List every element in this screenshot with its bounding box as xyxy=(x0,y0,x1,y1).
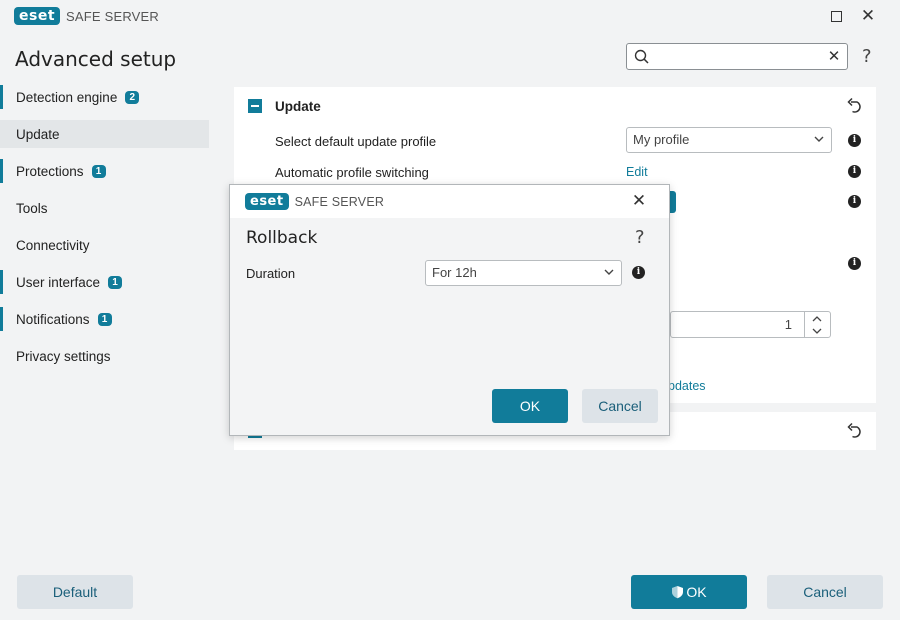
close-window-button[interactable]: ✕ xyxy=(858,6,878,26)
collapse-section-toggle[interactable] xyxy=(248,99,262,113)
info-icon[interactable]: i xyxy=(848,134,861,147)
search-box[interactable]: ✕ xyxy=(626,43,848,70)
section-title: Update xyxy=(275,99,321,114)
sidebar-item-label: Detection engine xyxy=(16,89,118,105)
clear-search-icon[interactable]: ✕ xyxy=(825,47,843,65)
sidebar-item-user-interface[interactable]: User interface 1 xyxy=(0,268,212,296)
page-title: Advanced setup xyxy=(15,47,177,71)
duration-label: Duration xyxy=(246,266,296,281)
search-icon xyxy=(634,49,649,64)
help-icon[interactable]: ? xyxy=(862,46,872,67)
revert-icon[interactable] xyxy=(846,97,864,115)
revert-icon[interactable] xyxy=(846,422,864,440)
info-icon[interactable]: i xyxy=(848,195,861,208)
chevron-down-icon xyxy=(814,136,824,142)
sidebar: Detection engine 2 Update Protections 1 … xyxy=(0,83,212,379)
chevron-up-icon[interactable] xyxy=(811,314,823,324)
update-profile-select[interactable]: My profile xyxy=(626,127,832,153)
sidebar-item-protections[interactable]: Protections 1 xyxy=(0,157,212,185)
dialog-ok-button[interactable]: OK xyxy=(492,389,568,423)
app-logo: eset SAFE SERVER xyxy=(245,193,384,210)
sidebar-item-update[interactable]: Update xyxy=(0,120,209,148)
count-badge: 1 xyxy=(97,312,112,326)
sidebar-item-connectivity[interactable]: Connectivity xyxy=(0,231,212,259)
dialog-title-bar: eset SAFE SERVER ✕ xyxy=(230,185,669,218)
info-icon[interactable]: i xyxy=(632,266,645,279)
close-icon: ✕ xyxy=(860,6,876,25)
info-icon[interactable]: i xyxy=(848,257,861,270)
count-badge: 2 xyxy=(125,90,140,104)
sidebar-item-label: Privacy settings xyxy=(16,348,111,364)
dialog-close-button[interactable]: ✕ xyxy=(630,191,648,210)
divider xyxy=(804,312,805,337)
chevron-down-icon[interactable] xyxy=(811,326,823,336)
close-icon: ✕ xyxy=(631,191,647,210)
cancel-button[interactable]: Cancel xyxy=(767,575,883,609)
logo-badge: eset xyxy=(14,7,61,25)
dialog-cancel-button[interactable]: Cancel xyxy=(582,389,658,423)
select-value: My profile xyxy=(633,132,690,147)
logo-badge: eset xyxy=(245,193,289,210)
chevron-down-icon xyxy=(604,269,614,275)
ok-label: OK xyxy=(686,584,707,600)
maximize-button[interactable] xyxy=(826,6,846,26)
info-icon[interactable]: i xyxy=(848,165,861,178)
sidebar-item-label: Tools xyxy=(16,200,48,216)
updates-link[interactable]: pdates xyxy=(668,379,706,393)
sidebar-item-label: User interface xyxy=(16,274,101,290)
logo-text: SAFE SERVER xyxy=(66,8,160,24)
sidebar-item-detection-engine[interactable]: Detection engine 2 xyxy=(0,83,212,111)
shield-icon xyxy=(672,586,684,599)
maximize-icon xyxy=(830,10,842,22)
number-stepper[interactable]: 1 xyxy=(670,311,831,338)
default-button[interactable]: Default xyxy=(17,575,133,609)
select-value: For 12h xyxy=(432,265,477,280)
row-label: Automatic profile switching xyxy=(275,165,429,180)
sidebar-item-label: Notifications xyxy=(16,311,90,327)
sidebar-item-tools[interactable]: Tools xyxy=(0,194,212,222)
help-icon[interactable]: ? xyxy=(635,227,645,248)
ok-button[interactable]: OK xyxy=(631,575,747,609)
count-badge: 1 xyxy=(91,164,106,178)
search-input[interactable] xyxy=(655,46,815,66)
title-bar: eset SAFE SERVER ✕ xyxy=(0,0,900,32)
app-logo: eset SAFE SERVER xyxy=(14,7,159,25)
sidebar-item-label: Connectivity xyxy=(16,237,90,253)
sidebar-item-privacy-settings[interactable]: Privacy settings xyxy=(0,342,212,370)
duration-select[interactable]: For 12h xyxy=(425,260,622,286)
sidebar-item-label: Protections xyxy=(16,163,84,179)
row-label: Select default update profile xyxy=(275,134,437,149)
sidebar-item-label: Update xyxy=(16,126,60,142)
rollback-dialog: eset SAFE SERVER ✕ Rollback ? Duration F… xyxy=(229,184,670,436)
dialog-title: Rollback xyxy=(246,228,318,248)
logo-text: SAFE SERVER xyxy=(294,194,385,209)
sidebar-item-notifications[interactable]: Notifications 1 xyxy=(0,305,212,333)
stepper-value: 1 xyxy=(784,317,792,332)
count-badge: 1 xyxy=(108,275,123,289)
edit-link[interactable]: Edit xyxy=(626,165,648,179)
